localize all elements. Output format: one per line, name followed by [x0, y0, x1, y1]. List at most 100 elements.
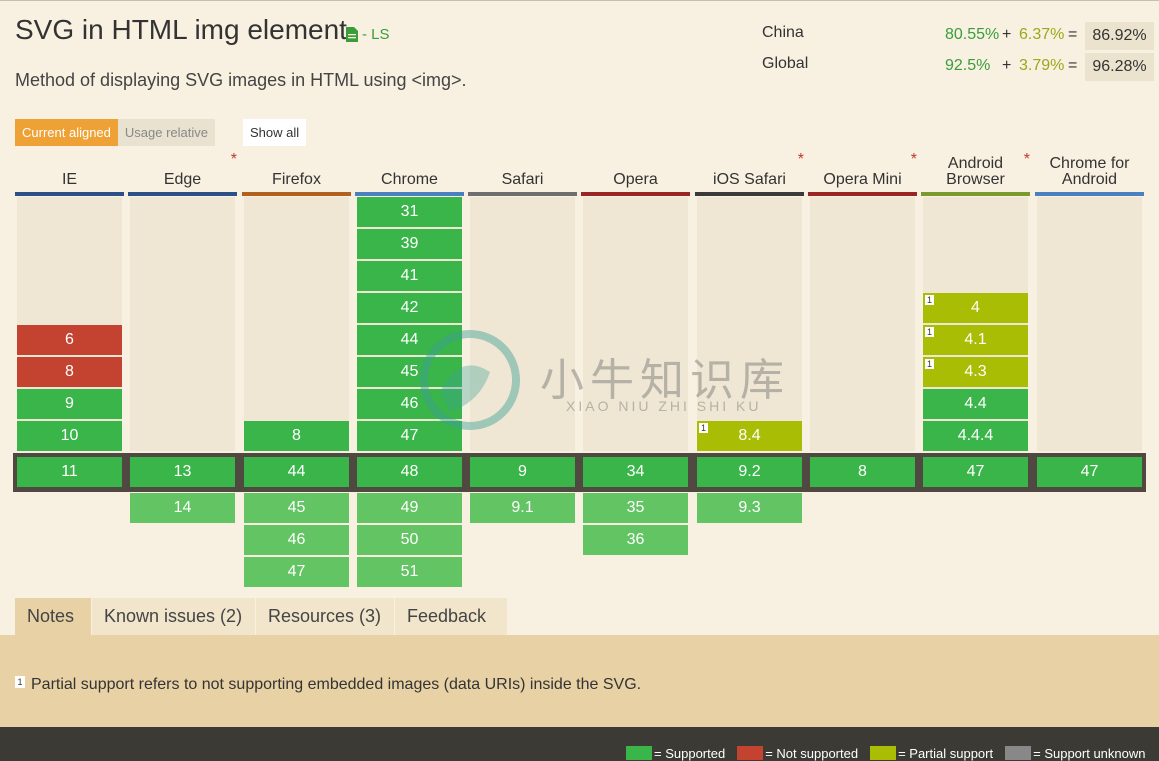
stat-full-support: 92.5% [945, 57, 991, 74]
future-version-cell[interactable]: 46 [244, 525, 349, 555]
current-version-cell[interactable]: 9 [470, 457, 575, 487]
version-label: 9.3 [738, 499, 761, 516]
version-label: 4.4 [964, 395, 987, 412]
stat-equals: = [1068, 26, 1078, 43]
browser-color-bar [242, 192, 351, 196]
tab-resources[interactable]: Resources (3) [256, 598, 394, 635]
browser-name: Chrome [381, 171, 438, 188]
browser-color-bar [15, 192, 124, 196]
future-version-cell[interactable]: 50 [357, 525, 462, 555]
version-cell[interactable]: 44 [357, 325, 462, 355]
current-version-cell[interactable]: 9.2 [697, 457, 802, 487]
browser-header: Opera [581, 152, 690, 196]
version-label: 41 [400, 267, 419, 284]
spec-status[interactable]: - LS [362, 26, 390, 43]
current-version-cell[interactable]: 48 [357, 457, 462, 487]
future-version-cell[interactable]: 9.1 [470, 493, 575, 523]
current-version-cell[interactable]: 44 [244, 457, 349, 487]
version-cell[interactable]: 6 [17, 325, 122, 355]
browser-name: Safari [501, 171, 544, 188]
version-cell[interactable]: 41 [357, 261, 462, 291]
stat-equals: = [1068, 57, 1078, 74]
browser-header: iOS Safari * [695, 152, 804, 196]
browser-color-bar [808, 192, 917, 196]
browser-header: Safari [468, 152, 577, 196]
version-label: 39 [400, 235, 419, 252]
version-cell[interactable]: 8 [244, 421, 349, 451]
version-label: 8.4 [738, 427, 761, 444]
spec-link[interactable]: - LS [346, 26, 390, 43]
tab-notes[interactable]: Notes [15, 598, 91, 635]
future-version-cell[interactable]: 14 [130, 493, 235, 523]
version-cell[interactable]: 46 [357, 389, 462, 419]
column-background [470, 197, 575, 451]
version-cell[interactable]: 39 [357, 229, 462, 259]
version-label: 6 [65, 331, 74, 348]
version-label: 49 [400, 499, 419, 516]
future-version-cell[interactable]: 49 [357, 493, 462, 523]
version-label: 8 [292, 427, 301, 444]
current-aligned-button[interactable]: Current aligned [15, 119, 118, 146]
column-background [130, 197, 235, 451]
browser-header: Android Browser * [921, 152, 1030, 196]
future-version-cell[interactable]: 45 [244, 493, 349, 523]
version-label: 9.2 [738, 463, 761, 480]
future-version-cell[interactable]: 51 [357, 557, 462, 587]
version-label: 46 [400, 395, 419, 412]
future-version-cell[interactable]: 47 [244, 557, 349, 587]
version-cell[interactable]: 47 [357, 421, 462, 451]
future-version-cell[interactable]: 36 [583, 525, 688, 555]
version-cell[interactable]: 8 [17, 357, 122, 387]
view-toggle: Current aligned Usage relative [15, 119, 215, 146]
version-label: 45 [400, 363, 419, 380]
version-label: 47 [966, 463, 985, 480]
version-label: 9.1 [511, 499, 534, 516]
version-label: 8 [65, 363, 74, 380]
note-number: 1 [15, 676, 25, 688]
version-cell[interactable]: 9 [17, 389, 122, 419]
version-cell[interactable]: 31 [357, 197, 462, 227]
version-label: 11 [61, 463, 78, 480]
version-cell[interactable]: 4.3 1 [923, 357, 1028, 387]
browser-color-bar [921, 192, 1030, 196]
version-cell[interactable]: 41 [923, 293, 1028, 323]
version-label: 47 [400, 427, 419, 444]
tab-feedback[interactable]: Feedback [395, 598, 507, 635]
browser-name: iOS Safari [713, 171, 786, 188]
note-asterisk: * [797, 151, 804, 168]
current-version-cell[interactable]: 8 [810, 457, 915, 487]
current-version-cell[interactable]: 34 [583, 457, 688, 487]
usage-relative-button[interactable]: Usage relative [117, 119, 215, 146]
browser-header: Edge * [128, 152, 237, 196]
browser-name: Edge [163, 171, 202, 188]
version-cell[interactable]: 4.1 1 [923, 325, 1028, 355]
stat-region: China [762, 24, 804, 41]
stat-full-support: 80.55% [945, 26, 1000, 43]
future-version-cell[interactable]: 35 [583, 493, 688, 523]
note-text: Partial support refers to not supporting… [31, 676, 642, 693]
version-cell[interactable]: 4.4 [923, 389, 1028, 419]
stat-region: Global [762, 55, 809, 72]
version-label: 31 [400, 203, 419, 220]
current-version-cell[interactable]: 13 [130, 457, 235, 487]
note-marker: 1 [925, 295, 934, 305]
current-version-cell[interactable]: 47 [923, 457, 1028, 487]
feature-description: Method of displaying SVG images in HTML … [15, 70, 467, 90]
show-all-button[interactable]: Show all [243, 119, 307, 146]
future-version-cell[interactable]: 9.3 [697, 493, 802, 523]
tab-known-issues[interactable]: Known issues (2) [92, 598, 255, 635]
stat-plus: + [1002, 57, 1012, 74]
current-version-cell[interactable]: 11 [17, 457, 122, 487]
version-label: 50 [400, 531, 419, 548]
version-cell[interactable]: 45 [357, 357, 462, 387]
browser-name: Android Browser [946, 155, 1005, 188]
version-cell[interactable]: 42 [357, 293, 462, 323]
browser-color-bar [355, 192, 464, 196]
usage-stats: China 80.55% + 6.37% = 86.92% Global 92.… [762, 22, 1154, 84]
version-cell[interactable]: 4.4.4 [923, 421, 1028, 451]
version-cell[interactable]: 10 [17, 421, 122, 451]
current-version-cell[interactable]: 47 [1037, 457, 1142, 487]
note-marker: 1 [925, 359, 934, 369]
browser-name: Opera Mini [823, 171, 902, 188]
version-cell[interactable]: 8.4 1 [697, 421, 802, 451]
